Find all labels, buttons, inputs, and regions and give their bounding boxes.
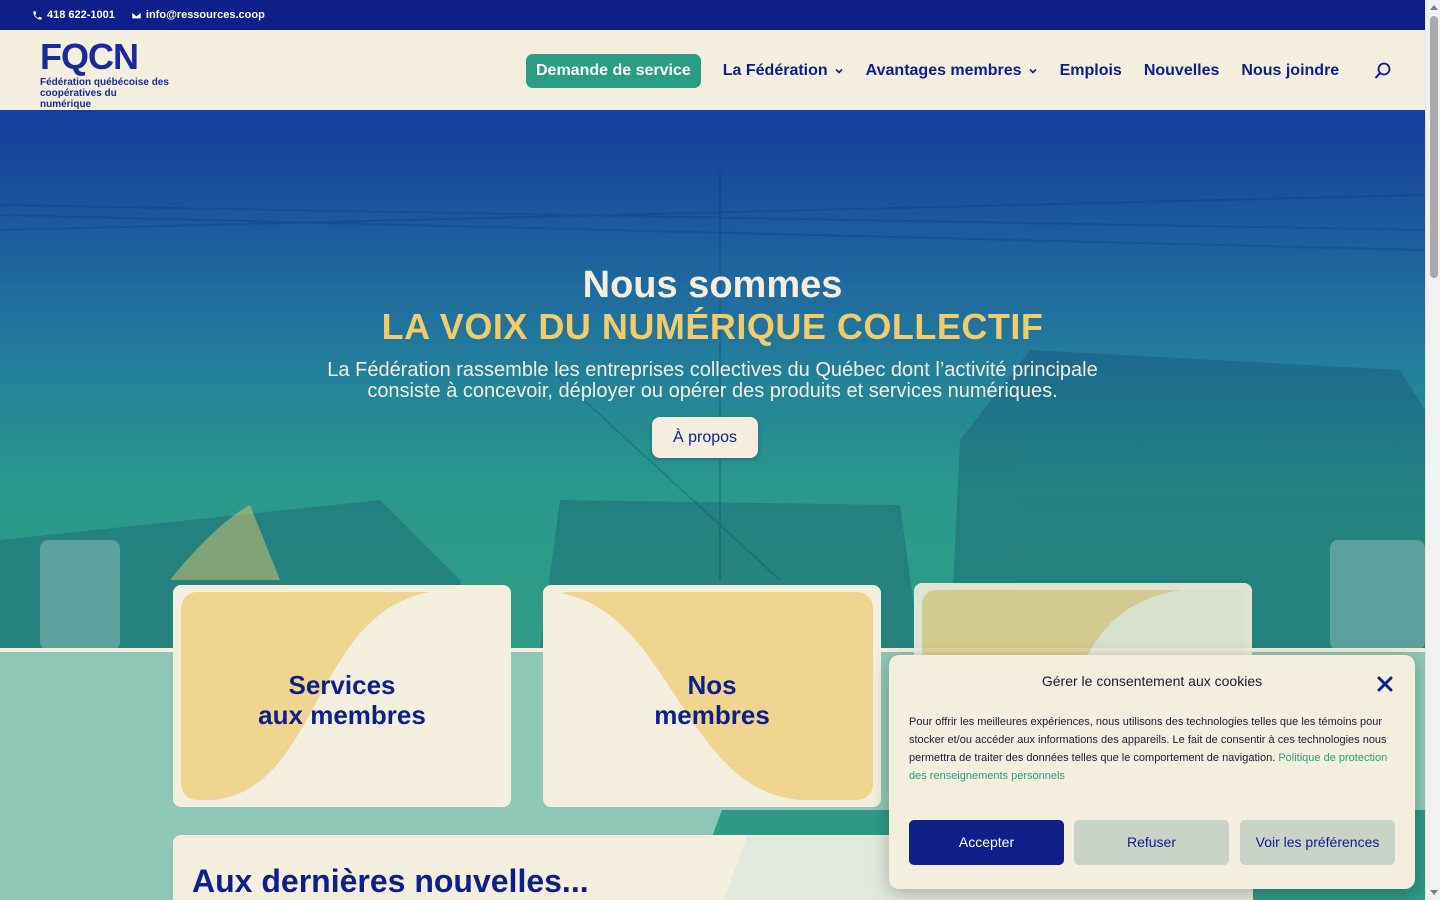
logo-subtitle-2: coopératives du numérique	[40, 88, 117, 110]
cookie-consent-dialog: Gérer le consentement aux cookies Pour o…	[889, 655, 1415, 889]
logo-wordmark: FQCN	[40, 36, 139, 77]
scroll-thumb[interactable]	[1430, 16, 1438, 278]
phone-link[interactable]: 418 622-1001	[32, 9, 115, 21]
scroll-up-arrow[interactable]	[1430, 5, 1438, 10]
about-button[interactable]: À propos	[652, 417, 758, 458]
nav-item-joindre[interactable]: Nous joindre	[1241, 62, 1339, 80]
card-member-services[interactable]: Services aux membres	[173, 585, 511, 807]
news-title: Aux dernières nouvelles...	[192, 863, 589, 899]
card-label-line2: membres	[654, 700, 770, 730]
main-nav: Demande de service La Fédération Avantag…	[526, 54, 1361, 88]
nav-item-label: Emplois	[1059, 62, 1122, 79]
nav-item-nouvelles[interactable]: Nouvelles	[1144, 62, 1220, 80]
page-scrollbar[interactable]	[1425, 0, 1440, 900]
site-header: FQCN Fédération québécoise des coopérati…	[0, 30, 1425, 110]
nav-item-label: Nouvelles	[1143, 62, 1220, 79]
hero-section: Nous sommes LA VOIX DU NUMÉRIQUE COLLECT…	[0, 110, 1425, 650]
logo-subtitle-1: Fédération québécoise des	[40, 77, 169, 88]
card-label-line1: Nos	[687, 670, 737, 700]
nav-item-label: Nous joindre	[1241, 62, 1340, 79]
nav-item-label: La Fédération	[722, 62, 828, 79]
hero-description: La Fédération rassemble les entreprises …	[327, 359, 1098, 402]
chevron-down-icon	[835, 68, 843, 74]
chevron-down-icon	[1029, 68, 1037, 74]
card-our-members[interactable]: Nos membres	[543, 585, 881, 807]
hero-subtitle: LA VOIX DU NUMÉRIQUE COLLECTIF	[381, 306, 1044, 347]
phone-number: 418 622-1001	[47, 9, 115, 21]
nav-item-emplois[interactable]: Emplois	[1060, 62, 1122, 80]
email-link[interactable]: info@ressources.coop	[131, 9, 265, 21]
top-bar: 418 622-1001 info@ressources.coop	[0, 0, 1425, 30]
accept-button[interactable]: Accepter	[909, 820, 1064, 865]
envelope-icon	[131, 11, 142, 19]
card-label: Services aux membres	[181, 670, 503, 730]
card-label-line2: aux membres	[258, 700, 426, 730]
site-logo[interactable]: FQCN Fédération québécoise des coopérati…	[40, 36, 170, 111]
refuse-button[interactable]: Refuser	[1074, 820, 1229, 865]
nav-item-avantages[interactable]: Avantages membres	[866, 62, 1038, 80]
nav-item-label: Avantages membres	[865, 62, 1022, 79]
email-address: info@ressources.coop	[145, 9, 265, 21]
cookie-text: Pour offrir les meilleures expériences, …	[909, 713, 1394, 785]
cookie-title: Gérer le consentement aux cookies	[1041, 673, 1263, 689]
nav-item-federation[interactable]: La Fédération	[723, 62, 844, 80]
preferences-button[interactable]: Voir les préférences	[1240, 820, 1395, 865]
service-request-button[interactable]: Demande de service	[526, 54, 701, 88]
card-label: Nos membres	[551, 670, 873, 730]
card-label-line1: Services	[288, 670, 396, 700]
close-icon[interactable]	[1376, 675, 1394, 693]
hero-title: Nous sommes	[582, 264, 843, 306]
phone-icon	[33, 10, 42, 20]
search-icon[interactable]	[1374, 61, 1392, 81]
scroll-down-arrow[interactable]	[1430, 890, 1438, 895]
